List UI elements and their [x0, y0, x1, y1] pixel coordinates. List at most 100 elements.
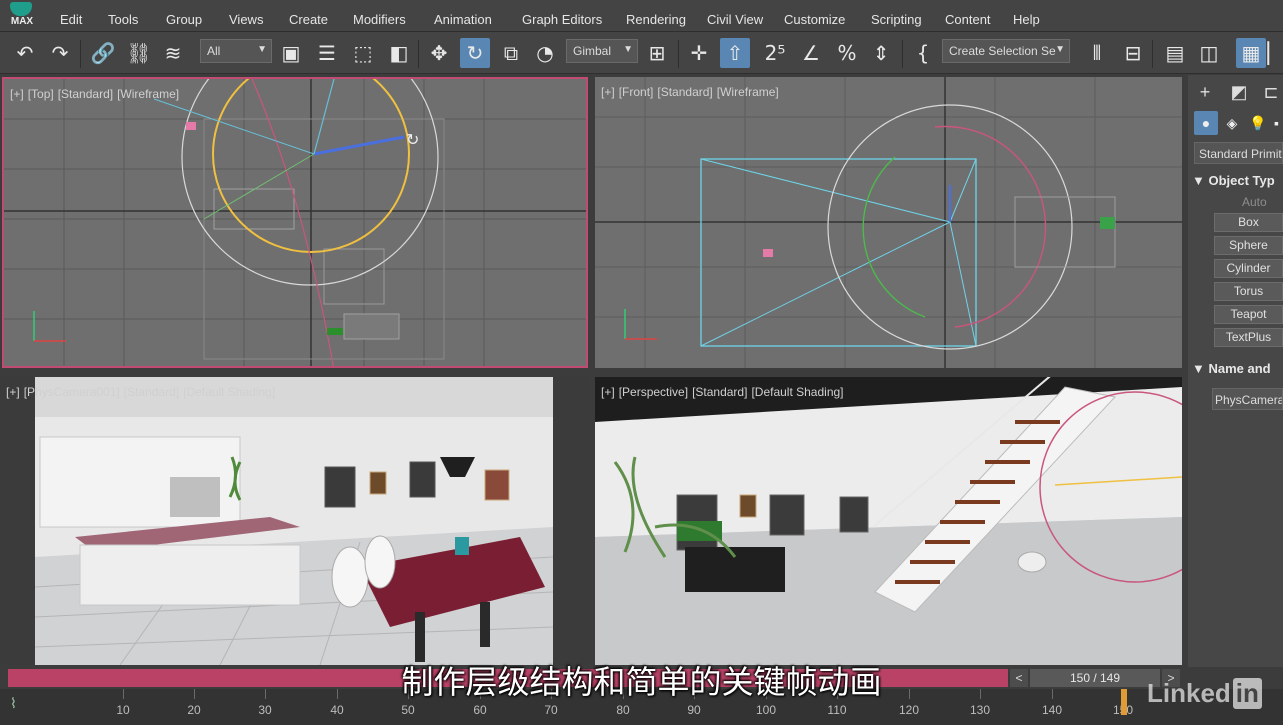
time-slider-track[interactable] [8, 669, 1008, 687]
viewport-standard[interactable]: [Standard] [657, 85, 712, 99]
time-slider-frame[interactable]: 150 / 149 [1030, 669, 1160, 687]
viewport-standard[interactable]: [Standard] [692, 385, 747, 399]
layer-explorer-icon[interactable]: ◫ [1194, 38, 1224, 68]
name-and-color-rollout[interactable]: ▼ Name and [1192, 361, 1271, 376]
viewport-menu[interactable]: [+] [10, 87, 24, 101]
viewport-camera[interactable]: [+] [PhysCamera001] [Standard] [Default Sha… [0, 377, 590, 665]
viewport-shading[interactable]: [Wireframe] [117, 87, 179, 101]
viewport-menu[interactable]: [+] [6, 385, 20, 399]
frame-ruler[interactable]: 10 20 30 40 50 60 70 80 90 100 110 120 1… [56, 689, 1156, 725]
keyframe-marker[interactable] [1121, 689, 1127, 715]
perspective-render-preview [595, 377, 1182, 665]
more-tools-icon[interactable]: ▏ [1267, 38, 1282, 68]
menu-group[interactable]: Group [166, 12, 202, 27]
viewport-top[interactable]: ↻ [+] [Top] [Standard] [Wireframe] [2, 77, 588, 368]
hierarchy-tab-icon[interactable]: ⊏ [1260, 79, 1282, 105]
shapes-icon[interactable]: ◈ [1220, 111, 1244, 135]
select-object-icon[interactable]: ▣ [276, 38, 306, 68]
toggle-ribbon-icon[interactable]: ▦ [1236, 38, 1266, 68]
undo-icon[interactable]: ↶ [10, 38, 40, 68]
menu-civil-view[interactable]: Civil View [707, 12, 763, 27]
viewport-point-of-view[interactable]: [PhysCamera001] [24, 385, 120, 399]
time-slider-prev-button[interactable]: < [1010, 669, 1028, 687]
scale-icon[interactable]: ⧉ [496, 38, 526, 68]
viewport-front[interactable]: [+] [Front] [Standard] [Wireframe] [595, 77, 1182, 368]
select-by-name-icon[interactable]: ☰ [312, 38, 342, 68]
cylinder-button[interactable]: Cylinder [1214, 259, 1283, 278]
menu-graph-editors[interactable]: Graph Editors [522, 12, 602, 27]
spinner-snap-icon[interactable]: ⇕ [866, 38, 896, 68]
app-logo-label: MAX [10, 16, 34, 27]
viewport-point-of-view[interactable]: [Front] [619, 85, 654, 99]
menu-tools[interactable]: Tools [108, 12, 138, 27]
place-icon[interactable]: ◔ [530, 38, 560, 68]
angle-snap-icon[interactable]: ∠ [796, 38, 826, 68]
menu-modifiers[interactable]: Modifiers [353, 12, 406, 27]
unlink-selection-icon[interactable]: ⛓ [124, 38, 154, 68]
bind-to-space-warp-icon[interactable]: ≋ [158, 38, 188, 68]
menu-scripting[interactable]: Scripting [871, 12, 922, 27]
snaps-toggle-icon[interactable]: 2⁵ [760, 38, 790, 68]
geometry-icon[interactable]: ● [1194, 111, 1218, 135]
viewport-menu[interactable]: [+] [601, 85, 615, 99]
viewport-shading[interactable]: [Default Shading] [751, 385, 843, 399]
ruler-label: 80 [616, 703, 630, 717]
modify-tab-icon[interactable]: ◩ [1226, 79, 1252, 105]
menu-views[interactable]: Views [229, 12, 263, 27]
menu-customize[interactable]: Customize [784, 12, 845, 27]
viewport-top-label[interactable]: [+] [Top] [Standard] [Wireframe] [10, 87, 183, 101]
align-icon[interactable]: ⊟ [1118, 38, 1148, 68]
viewport-shading[interactable]: [Wireframe] [717, 85, 779, 99]
sphere-button[interactable]: Sphere [1214, 236, 1283, 255]
named-selection-dropdown[interactable]: Create Selection Se ▼ [942, 39, 1070, 63]
menu-create[interactable]: Create [289, 12, 328, 27]
viewport-front-label[interactable]: [+] [Front] [Standard] [Wireframe] [601, 85, 783, 99]
viewport-perspective-label[interactable]: [+] [Perspective] [Standard] [Default Shadi… [601, 385, 848, 399]
viewport-perspective[interactable]: [+] [Perspective] [Standard] [Default Shadi… [595, 377, 1182, 665]
keyboard-shortcut-override-icon[interactable]: ⇧ [720, 38, 750, 68]
viewport-point-of-view[interactable]: [Top] [28, 87, 54, 101]
percent-snap-icon[interactable]: % [832, 38, 862, 68]
viewport-shading[interactable]: [Default Shading] [183, 385, 275, 399]
app-logo[interactable]: MAX [4, 0, 40, 30]
rectangular-selection-icon[interactable]: ⬚ [348, 38, 378, 68]
menu-content[interactable]: Content [945, 12, 991, 27]
selection-filter-value: All [207, 44, 221, 58]
cameras-icon[interactable]: ▪ [1270, 111, 1283, 135]
curve-editor-icon[interactable]: ⌇ [10, 695, 17, 712]
lights-icon[interactable]: 💡 [1246, 111, 1270, 135]
box-button[interactable]: Box [1214, 213, 1283, 232]
autogrid-checkbox[interactable]: Auto [1242, 195, 1267, 209]
scene-explorer-icon[interactable]: ▤ [1160, 38, 1190, 68]
redo-icon[interactable]: ↷ [45, 38, 75, 68]
viewport-camera-label[interactable]: [+] [PhysCamera001] [Standard] [Default Sha… [6, 385, 279, 399]
viewport-standard[interactable]: [Standard] [124, 385, 179, 399]
ruler-tick [1052, 689, 1053, 699]
object-category-dropdown[interactable]: Standard Primiti [1194, 142, 1283, 164]
rotate-icon[interactable]: ↻ [460, 38, 490, 68]
teapot-button[interactable]: Teapot [1214, 305, 1283, 324]
viewport-menu[interactable]: [+] [601, 385, 615, 399]
move-icon[interactable]: ✥ [424, 38, 454, 68]
select-and-link-icon[interactable]: 🔗 [88, 38, 118, 68]
menu-animation[interactable]: Animation [434, 12, 492, 27]
object-type-rollout[interactable]: ▼ Object Typ [1192, 173, 1275, 188]
selection-filter-dropdown[interactable]: All ▼ [200, 39, 272, 63]
menu-rendering[interactable]: Rendering [626, 12, 686, 27]
object-name-field[interactable]: PhysCamera [1212, 388, 1283, 410]
mirror-icon[interactable]: ⫴ [1082, 38, 1112, 68]
viewport-point-of-view[interactable]: [Perspective] [619, 385, 688, 399]
torus-button[interactable]: Torus [1214, 282, 1283, 301]
menu-help[interactable]: Help [1013, 12, 1040, 27]
edit-named-selection-icon[interactable]: { [908, 38, 938, 68]
textplus-button[interactable]: TextPlus [1214, 328, 1283, 347]
pivot-center-icon[interactable]: ⊞ [642, 38, 672, 68]
toolbar-separator [678, 40, 679, 68]
create-tab-icon[interactable]: + [1192, 79, 1218, 105]
select-manipulate-icon[interactable]: ✛ [684, 38, 714, 68]
reference-coordinate-dropdown[interactable]: Gimbal ▼ [566, 39, 638, 63]
object-type-title: Object Typ [1208, 173, 1275, 188]
window-crossing-icon[interactable]: ◧ [384, 38, 414, 68]
viewport-standard[interactable]: [Standard] [58, 87, 113, 101]
menu-edit[interactable]: Edit [60, 12, 82, 27]
